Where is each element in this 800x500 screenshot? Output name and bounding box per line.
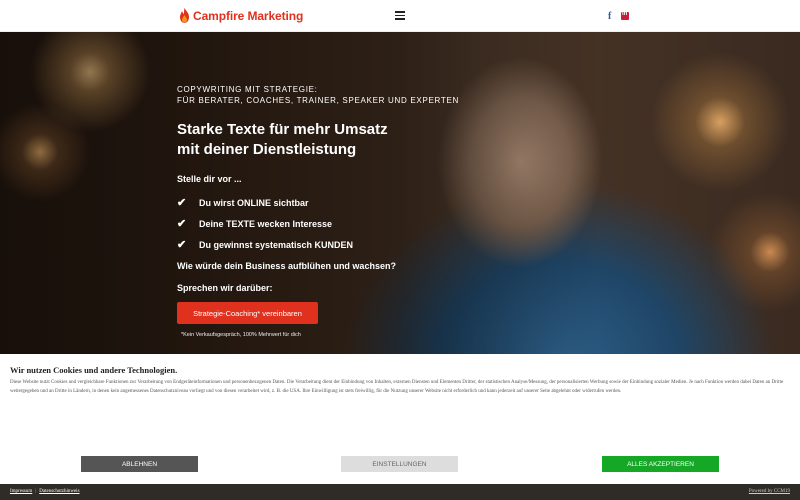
benefit-text: Du wirst ONLINE sichtbar [199, 197, 309, 208]
benefit-item: ✔ Du gewinnst systematisch KUNDEN [177, 234, 459, 255]
hero-question: Wie würde dein Business aufblühen und wa… [177, 261, 396, 271]
cookie-text: Diese Website nutzt Cookies und vergleic… [10, 380, 784, 394]
headline-line-2: mit deiner Dienstleistung [177, 141, 357, 158]
benefit-item: ✔ Deine TEXTE wecken Interesse [177, 213, 459, 234]
legal-links: Impressum | Datenschutzhinweis [10, 489, 80, 494]
cta-intro: Sprechen wir darüber: [177, 283, 273, 293]
site-header: Campfire Marketing f [0, 0, 800, 32]
headline-line-1: Starke Texte für mehr Umsatz [177, 121, 388, 138]
benefit-text: Du gewinnst systematisch KUNDEN [199, 239, 354, 250]
benefit-item: ✔ Du wirst ONLINE sichtbar [177, 192, 459, 213]
privacy-link[interactable]: Datenschutzhinweis [39, 489, 79, 494]
hero-content: COPYWRITING MIT STRATEGIE: FÜR BERATER, … [177, 84, 459, 338]
eyebrow-line-2: FÜR BERATER, COACHES, TRAINER, SPEAKER U… [177, 96, 459, 105]
eyebrow-line-1: COPYWRITING MIT STRATEGIE: [177, 85, 318, 94]
check-icon: ✔ [177, 218, 187, 230]
flame-icon [180, 8, 189, 23]
imprint-link[interactable]: Impressum [10, 489, 32, 494]
hero-intro: Stelle dir vor ... [177, 174, 242, 184]
brand-logo[interactable]: Campfire Marketing [179, 8, 303, 23]
brand-name: Campfire Marketing [193, 8, 304, 23]
cta-footnote: *Kein Verkaufsgespräch, 100% Mehrwert fü… [181, 332, 301, 338]
hamburger-icon[interactable] [395, 11, 405, 20]
cookie-banner: Wir nutzen Cookies und andere Technologi… [0, 354, 800, 484]
benefit-text: Deine TEXTE wecken Interesse [199, 218, 333, 229]
decline-button[interactable]: ABLEHNEN [81, 456, 198, 472]
cookie-title: Wir nutzen Cookies und andere Technologi… [10, 365, 178, 375]
linkedin-icon[interactable] [621, 11, 629, 20]
settings-button[interactable]: EINSTELLUNGEN [341, 456, 458, 472]
benefit-list: ✔ Du wirst ONLINE sichtbar ✔ Deine TEXTE… [177, 192, 459, 255]
hero-eyebrow: COPYWRITING MIT STRATEGIE: FÜR BERATER, … [177, 84, 459, 106]
cookie-footer-bar: Impressum | Datenschutzhinweis Powered by … [0, 484, 800, 500]
accept-all-button[interactable]: ALLES AKZEPTIEREN [602, 456, 719, 472]
check-icon: ✔ [177, 239, 187, 251]
hero-section: COPYWRITING MIT STRATEGIE: FÜR BERATER, … [0, 32, 800, 354]
hero-headline: Starke Texte für mehr Umsatz mit deiner … [177, 120, 459, 160]
coaching-cta-button[interactable]: Strategie-Coaching* vereinbaren [177, 302, 318, 324]
check-icon: ✔ [177, 197, 187, 209]
link-separator: | [35, 489, 37, 494]
powered-by-link[interactable]: Powered by CCM19 [749, 489, 790, 494]
facebook-icon[interactable]: f [608, 11, 611, 22]
